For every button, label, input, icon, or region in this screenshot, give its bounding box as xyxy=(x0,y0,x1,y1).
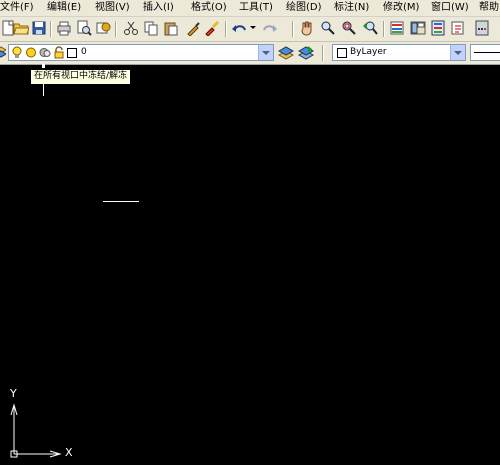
toolbar-separator xyxy=(50,21,52,37)
menu-dimension[interactable]: 标注(N) xyxy=(334,0,369,16)
menu-bar: 文件(F) 编辑(E) 视图(V) 插入(I) 格式(O) 工具(T) 绘图(D… xyxy=(0,0,500,17)
cut-icon[interactable] xyxy=(123,20,139,36)
menu-insert[interactable]: 插入(I) xyxy=(143,0,174,16)
menu-window[interactable]: 窗口(W) xyxy=(431,0,469,16)
zoom-realtime-icon[interactable] xyxy=(320,20,336,36)
linetype-preview-line xyxy=(474,52,500,53)
color-control-dropdown[interactable]: ByLayer xyxy=(332,44,466,61)
menu-modify[interactable]: 修改(M) xyxy=(383,0,419,16)
layer-dropdown-arrow[interactable] xyxy=(258,45,273,60)
layer-color-swatch xyxy=(67,48,77,58)
pan-icon[interactable] xyxy=(299,20,315,36)
zoom-window-icon[interactable] xyxy=(341,20,357,36)
layer-dropdown[interactable]: 0 xyxy=(8,44,274,61)
toolpalettes-icon[interactable] xyxy=(430,20,446,36)
lock-icon[interactable] xyxy=(53,46,65,59)
paste-icon[interactable] xyxy=(163,20,179,36)
menu-view[interactable]: 视图(V) xyxy=(95,0,130,16)
markup-icon[interactable] xyxy=(450,20,466,36)
color-swatch xyxy=(337,48,347,58)
menu-file[interactable]: 文件(F) xyxy=(0,0,34,16)
menu-edit[interactable]: 编辑(E) xyxy=(47,0,81,16)
toolbar-separator xyxy=(322,45,324,61)
layer-manager-icon[interactable] xyxy=(0,46,6,60)
zoom-previous-icon[interactable] xyxy=(362,20,378,36)
linetype-control-dropdown[interactable] xyxy=(470,44,500,61)
drawn-line[interactable] xyxy=(103,201,139,202)
matchprop-icon[interactable] xyxy=(185,20,201,36)
menu-help[interactable]: 帮助 xyxy=(479,0,499,16)
cursor-tip xyxy=(42,64,45,68)
publish-icon[interactable] xyxy=(95,20,111,36)
tooltip: 在所有视口中冻结/解冻 xyxy=(30,69,132,85)
make-object-layer-current-icon[interactable] xyxy=(278,45,294,61)
viewport-freeze-icon[interactable] xyxy=(39,46,51,59)
menu-format[interactable]: 格式(O) xyxy=(191,0,227,16)
brush-icon[interactable] xyxy=(204,20,220,36)
open-icon[interactable] xyxy=(13,20,29,36)
preview-icon[interactable] xyxy=(76,20,92,36)
designcenter-icon[interactable] xyxy=(410,20,426,36)
toolbar-separator xyxy=(225,21,227,37)
ucs-x-label: X xyxy=(65,446,73,459)
undo-dropdown-arrow[interactable] xyxy=(250,26,256,29)
menu-draw[interactable]: 绘图(D) xyxy=(286,0,322,16)
standard-toolbar xyxy=(0,17,500,42)
crosshair-cursor xyxy=(43,84,44,96)
layers-toolbar: 0 ByLayer xyxy=(0,42,500,65)
undo-icon[interactable] xyxy=(231,20,247,36)
plot-icon[interactable] xyxy=(56,20,72,36)
sun-thaw-icon[interactable] xyxy=(25,46,37,59)
color-control-value: ByLayer xyxy=(350,47,387,57)
layer-previous-icon[interactable] xyxy=(298,45,314,61)
calc-icon[interactable] xyxy=(474,20,490,36)
toolbar-separator xyxy=(115,21,117,37)
color-dropdown-arrow[interactable] xyxy=(450,45,465,60)
properties-icon[interactable] xyxy=(389,20,405,36)
toolbar-separator xyxy=(292,21,294,37)
copy-icon[interactable] xyxy=(143,20,159,36)
current-layer-name: 0 xyxy=(81,47,87,57)
menu-tools[interactable]: 工具(T) xyxy=(239,0,273,16)
ucs-y-label: Y xyxy=(10,387,17,400)
toolbar-separator xyxy=(383,21,385,37)
save-icon[interactable] xyxy=(31,20,47,36)
redo-icon[interactable] xyxy=(262,20,278,36)
lightbulb-on-icon[interactable] xyxy=(11,46,23,59)
